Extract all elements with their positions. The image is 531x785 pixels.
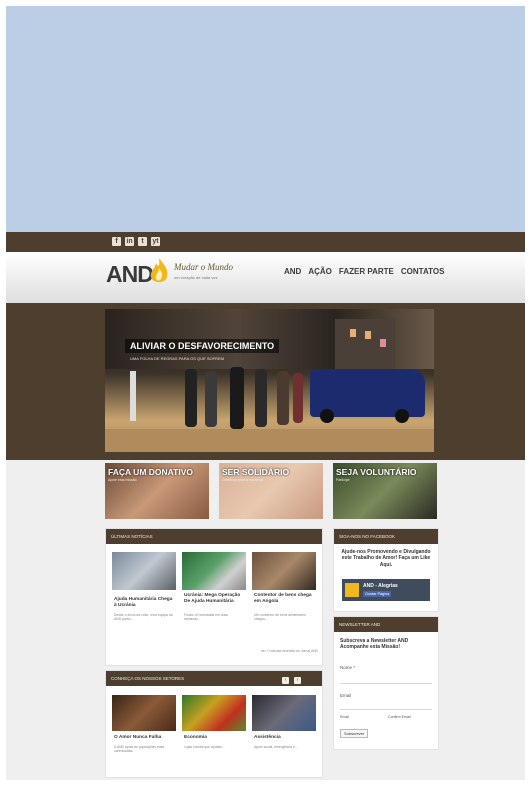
promo-label: SEJA VOLUNTÁRIO xyxy=(336,467,417,477)
hero-subtitle: UMA FOLHA DE REGRAS PARA OS QUE SOFREM xyxy=(130,356,224,361)
blank-top-area xyxy=(6,6,525,232)
hero-slider[interactable]: ALIVIAR O DESFAVORECIMENTO UMA FOLHA DE … xyxy=(105,309,434,452)
like-button[interactable]: Gostar Página xyxy=(363,591,392,597)
sector-thumb[interactable] xyxy=(252,695,316,731)
website-screenshot: f in t yt AND Mudar o Mundo um coração d… xyxy=(6,232,525,780)
sectors-title: CONHEÇA OS NOSSOS SETORES xyxy=(111,676,185,681)
email-label: Email xyxy=(340,693,352,698)
nav-item-and[interactable]: AND xyxy=(284,267,301,276)
facebook-title: SIGA-NOS NO FACEBOOK xyxy=(339,534,396,539)
sector-item-text: A AND apoia as populações mais carenciad… xyxy=(114,745,165,754)
carousel-next-icon[interactable]: › xyxy=(294,677,301,684)
logo-script: Mudar o Mundo xyxy=(174,262,233,272)
facebook-header: SIGA-NOS NO FACEBOOK xyxy=(334,529,438,544)
sector-thumb[interactable] xyxy=(112,695,176,731)
site-header xyxy=(6,252,525,303)
facebook-panel: SIGA-NOS NO FACEBOOK Ajude-nos Promovend… xyxy=(333,528,439,612)
email-input[interactable] xyxy=(340,709,432,710)
promo-sub: Contribua para a mudança xyxy=(222,478,264,482)
page-avatar xyxy=(345,583,359,597)
news-item-text: Um contentor de bens alimentares chegou.… xyxy=(254,613,306,622)
logo-tagline: um coração de cada vez xyxy=(174,275,218,280)
hero-caption: ALIVIAR O DESFAVORECIMENTO UMA FOLHA DE … xyxy=(125,336,280,363)
sector-item-text: Lojas sociais que apoiam... xyxy=(184,745,225,749)
newsletter-text: Subscreva a Newsletter AND Acompanhe est… xyxy=(340,638,409,651)
promo-solidario[interactable]: SER SOLIDÁRIO Contribua para a mudança xyxy=(219,463,323,519)
newsletter-header: NEWSLETTER AND xyxy=(334,617,438,632)
facebook-widget[interactable]: AND - Alegrias Gostar Página xyxy=(342,579,430,601)
sector-item-title[interactable]: O Amor Nunca Falha xyxy=(114,735,176,741)
promo-label: SER SOLIDÁRIO xyxy=(222,467,290,477)
news-thumb[interactable] xyxy=(112,552,176,590)
hero-title: ALIVIAR O DESFAVORECIMENTO xyxy=(125,339,280,353)
sectors-panel: CONHEÇA OS NOSSOS SETORES ‹ › O Amor Nun… xyxy=(105,670,323,778)
nav-item-contatos[interactable]: CONTATOS xyxy=(401,267,445,276)
nav-item-fazer-parte[interactable]: FAZER PARTE xyxy=(339,267,394,276)
newsletter-panel: NEWSLETTER AND Subscreva a Newsletter AN… xyxy=(333,616,439,750)
social-bar: f in t yt xyxy=(6,232,525,252)
promo-label: FAÇA UM DONATIVO xyxy=(108,467,193,477)
twitter-icon[interactable]: t xyxy=(138,237,147,246)
news-more-link[interactable]: ver + notícias recentes no Jornal AND xyxy=(226,649,318,653)
youtube-icon[interactable]: yt xyxy=(151,237,160,246)
news-item-title[interactable]: Contentor de bens chega em Angola xyxy=(254,593,316,605)
carousel-prev-icon[interactable]: ‹ xyxy=(282,677,289,684)
confirm-email-label: Confirm Email xyxy=(388,715,411,719)
logo-text[interactable]: AND xyxy=(106,261,154,288)
news-panel: ÚLTIMAS NOTÍCIAS Ajuda Humanitária Chega… xyxy=(105,528,323,666)
name-label: Nome * xyxy=(340,665,356,670)
promo-voluntario[interactable]: SEJA VOLUNTÁRIO Participe xyxy=(333,463,437,519)
sector-item-title[interactable]: Assistência xyxy=(254,735,316,741)
newsletter-title: NEWSLETTER AND xyxy=(339,622,381,627)
name-input[interactable] xyxy=(340,683,432,684)
promo-donativo[interactable]: FAÇA UM DONATIVO Apoie esta missão xyxy=(105,463,209,519)
news-title: ÚLTIMAS NOTÍCIAS xyxy=(111,534,153,539)
facebook-icon[interactable]: f xyxy=(112,237,121,246)
news-item-title[interactable]: Ajuda Humanitária Chega à Ucrânia xyxy=(114,597,176,609)
main-nav: AND AÇÃO FAZER PARTE CONTATOS xyxy=(284,267,444,276)
news-thumb[interactable] xyxy=(252,552,316,590)
nav-item-acao[interactable]: AÇÃO xyxy=(308,267,332,276)
news-header: ÚLTIMAS NOTÍCIAS xyxy=(106,529,322,544)
news-thumb[interactable] xyxy=(182,552,246,590)
facebook-text: Ajude-nos Promovendo e Divulgando este T… xyxy=(341,549,431,568)
news-item-title[interactable]: Ucrânia: Mega Operação De Ajuda Humanitá… xyxy=(184,593,246,605)
sector-item-text: Apoio social, emergência e... xyxy=(254,745,298,749)
news-item-text: Foram 40 toneladas em duas semanas... xyxy=(184,613,229,622)
news-item-text: Desde o início da crise, uma equipa da A… xyxy=(114,613,173,622)
sector-thumb[interactable] xyxy=(182,695,246,731)
subscribe-button[interactable]: Subscrever xyxy=(340,729,369,738)
sectors-header: CONHEÇA OS NOSSOS SETORES ‹ › xyxy=(106,671,322,686)
sector-item-title[interactable]: Economia xyxy=(184,735,246,741)
promo-sub: Apoie esta missão xyxy=(108,478,137,482)
email-small-label: Email xyxy=(340,715,349,719)
promo-sub: Participe xyxy=(336,478,350,482)
linkedin-icon[interactable]: in xyxy=(125,237,134,246)
flame-logo-icon xyxy=(150,258,168,283)
facebook-page-name: AND - Alegrias xyxy=(363,583,398,589)
